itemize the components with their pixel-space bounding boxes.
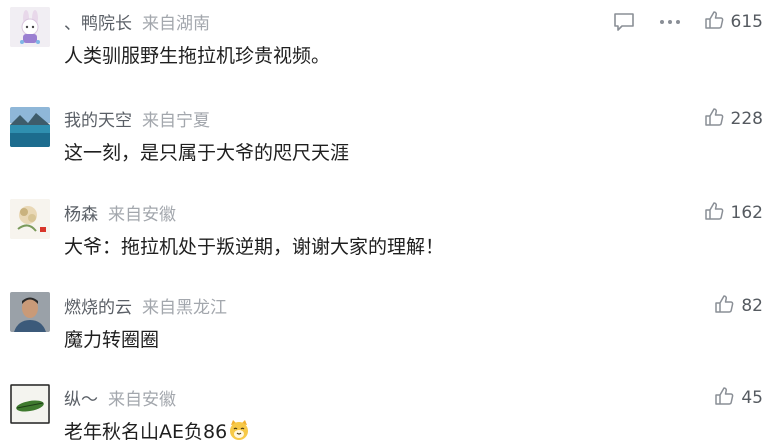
location-label: 来自安徽 xyxy=(108,204,176,225)
comment-text: 大爷：拖拉机处于叛逆期，谢谢大家的理解！ xyxy=(64,236,445,258)
comment-actions: 162 xyxy=(682,200,763,226)
comment-meta: 杨森 来自安徽 xyxy=(64,199,176,225)
username[interactable]: 纵～ xyxy=(64,385,98,410)
location-label: 来自宁夏 xyxy=(142,110,210,131)
comment-meta: 纵～ 来自安徽 xyxy=(64,384,176,410)
like-button[interactable]: 82 xyxy=(714,294,763,318)
comment-text: 人类驯服野生拖拉机珍贵视频。 xyxy=(64,45,331,67)
like-count: 615 xyxy=(730,12,763,32)
thumbs-up-icon xyxy=(714,386,734,410)
location-label: 来自安徽 xyxy=(108,389,176,410)
thumbs-up-icon xyxy=(704,10,724,34)
cartoon-rabbit-avatar[interactable] xyxy=(10,7,50,47)
comment-item: 燃烧的云 来自黑龙江 魔力转圈圈 82 xyxy=(0,284,781,376)
reply-icon[interactable] xyxy=(612,10,636,34)
comment-actions: 45 xyxy=(692,385,763,411)
comment-meta: 我的天空 来自宁夏 xyxy=(64,105,210,131)
like-count: 82 xyxy=(741,296,763,316)
like-button[interactable]: 615 xyxy=(704,10,763,34)
thumbs-up-icon xyxy=(714,294,734,318)
comment-actions: 615 xyxy=(612,9,763,35)
comment-item: 杨森 来自安徽 大爷：拖拉机处于叛逆期，谢谢大家的理解！ 162 xyxy=(0,191,781,283)
comment-text: 魔力转圈圈 xyxy=(64,329,160,351)
location-label: 来自湖南 xyxy=(142,13,210,34)
like-button[interactable]: 45 xyxy=(714,386,763,410)
leaf-sketch-avatar[interactable] xyxy=(10,384,50,424)
username[interactable]: 燃烧的云 xyxy=(64,293,132,318)
comment-item: 纵～ 来自安徽 老年秋名山AE负86 45 xyxy=(0,376,781,443)
comment-text: 这一刻，是只属于大爷的咫尺天涯 xyxy=(64,142,350,164)
location-label: 来自黑龙江 xyxy=(142,297,227,318)
like-count: 162 xyxy=(730,203,763,223)
comment-meta: 、鸭院长 来自湖南 xyxy=(64,8,210,34)
mountain-lake-avatar[interactable] xyxy=(10,107,50,147)
flower-avatar[interactable] xyxy=(10,199,50,239)
username[interactable]: 我的天空 xyxy=(64,106,132,131)
like-count: 45 xyxy=(741,388,763,408)
man-portrait-avatar[interactable] xyxy=(10,292,50,332)
comment-actions: 82 xyxy=(692,293,763,319)
comment-actions: 228 xyxy=(682,106,763,132)
like-button[interactable]: 162 xyxy=(704,201,763,225)
more-icon[interactable] xyxy=(658,10,682,34)
thumbs-up-icon xyxy=(704,201,724,225)
username[interactable]: 杨森 xyxy=(64,200,98,225)
comment-item: 、鸭院长 来自湖南 人类驯服野生拖拉机珍贵视频。 615 xyxy=(0,0,781,92)
comment-meta: 燃烧的云 来自黑龙江 xyxy=(64,292,227,318)
cat-face-emoji xyxy=(228,419,250,441)
thumbs-up-icon xyxy=(704,107,724,131)
username[interactable]: 、鸭院长 xyxy=(64,9,132,34)
like-count: 228 xyxy=(730,109,763,129)
like-button[interactable]: 228 xyxy=(704,107,763,131)
comment-item: 我的天空 来自宁夏 这一刻，是只属于大爷的咫尺天涯 228 xyxy=(0,97,781,189)
